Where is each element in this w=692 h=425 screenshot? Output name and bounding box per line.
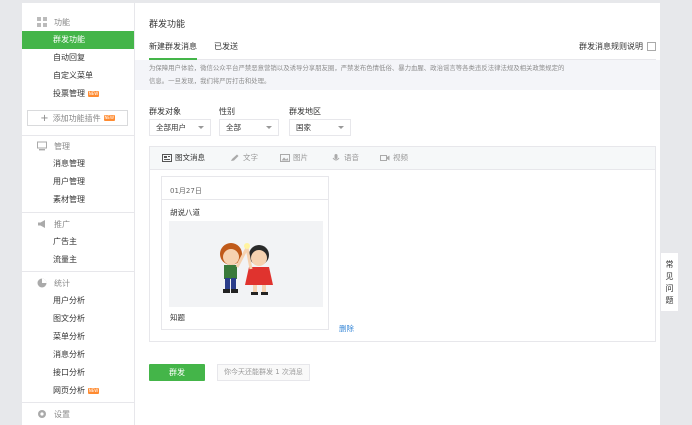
- article-icon: [162, 153, 172, 162]
- faq-button[interactable]: 常 见 问 题: [660, 252, 679, 312]
- sidebar-item-api-analysis[interactable]: 接口分析: [22, 364, 134, 382]
- section-header-manage: 管理: [22, 137, 134, 155]
- chevron-down-icon: [266, 126, 272, 129]
- article-cover-image: [169, 221, 323, 307]
- sidebar-section-features: 功能 群发功能 自动回复 自定义菜单 投票管理 NEW: [22, 13, 134, 103]
- chevron-down-icon: [338, 126, 344, 129]
- megaphone-icon: [37, 219, 47, 229]
- divider: [162, 199, 328, 200]
- section-header-features: 功能: [22, 13, 134, 31]
- gear-icon: [37, 409, 47, 419]
- page-frame: 功能 群发功能 自动回复 自定义菜单 投票管理 NEW + 添加功能插件 NEW …: [22, 3, 660, 425]
- pen-icon: [230, 154, 240, 162]
- sidebar-section-manage: 管理 消息管理 用户管理 素材管理: [22, 137, 134, 209]
- sidebar: 功能 群发功能 自动回复 自定义菜单 投票管理 NEW + 添加功能插件 NEW …: [22, 3, 135, 425]
- main-content: 群发功能 新建群发消息 已发送 群发消息规则说明 为保障用户体验，微信公众平台严…: [135, 3, 660, 425]
- article-footer: 知题: [170, 313, 185, 322]
- sidebar-item-article-analysis[interactable]: 图文分析: [22, 310, 134, 328]
- sidebar-item-user-analysis[interactable]: 用户分析: [22, 292, 134, 310]
- editor-tab-article[interactable]: 图文消息: [162, 152, 205, 163]
- region-label: 群发地区: [289, 107, 321, 116]
- new-badge: NEW: [88, 90, 99, 97]
- sidebar-item-web-analysis[interactable]: 网页分析 NEW: [22, 382, 134, 400]
- target-select[interactable]: 全部用户: [149, 119, 211, 136]
- tab-new-mass-message[interactable]: 新建群发消息: [149, 41, 197, 60]
- chevron-down-icon: [198, 126, 204, 129]
- editor-tab-video[interactable]: 视频: [380, 152, 408, 163]
- editor-tab-text[interactable]: 文字: [230, 152, 258, 163]
- sidebar-item-publisher[interactable]: 流量主: [22, 251, 134, 269]
- sidebar-item-mass-send[interactable]: 群发功能: [22, 31, 134, 49]
- sidebar-item-auto-reply[interactable]: 自动回复: [22, 49, 134, 67]
- plus-icon: +: [40, 112, 49, 124]
- sidebar-item-material-management[interactable]: 素材管理: [22, 191, 134, 209]
- send-quota-notice: 你今天还能群发 1 次消息: [217, 364, 310, 381]
- send-button[interactable]: 群发: [149, 364, 205, 381]
- region-select[interactable]: 国家: [289, 119, 351, 136]
- delete-link[interactable]: 删除: [339, 323, 354, 334]
- sidebar-item-message-management[interactable]: 消息管理: [22, 155, 134, 173]
- sidebar-section-settings[interactable]: 设置: [22, 405, 134, 423]
- cartoon-kids-illustration: [220, 243, 273, 295]
- add-plugin-button[interactable]: + 添加功能插件 NEW: [27, 110, 128, 126]
- notice-line: 为保障用户体验，微信公众平台严禁恶意营销以及诱导分享朋友圈，严禁发布色情低俗、暴…: [149, 64, 565, 72]
- divider: [22, 135, 134, 136]
- sidebar-item-vote-management[interactable]: 投票管理 NEW: [22, 85, 134, 103]
- article-card[interactable]: 01月27日 胡说八道 知题: [161, 176, 329, 330]
- notice-line: 信息。一旦发现，我们将严厉打击和处理。: [149, 77, 271, 85]
- sidebar-item-menu-analysis[interactable]: 菜单分析: [22, 328, 134, 346]
- section-header-promote: 推广: [22, 215, 134, 233]
- tab-sent[interactable]: 已发送: [214, 41, 238, 52]
- sidebar-section-promote: 推广 广告主 流量主: [22, 215, 134, 269]
- section-header-stats: 统计: [22, 274, 134, 292]
- new-badge: NEW: [88, 387, 99, 394]
- section-header-settings[interactable]: 设置: [22, 405, 134, 423]
- sidebar-item-advertiser[interactable]: 广告主: [22, 233, 134, 251]
- section-title: 功能: [54, 17, 70, 27]
- tab-bar: 新建群发消息 已发送 群发消息规则说明: [149, 37, 656, 60]
- sidebar-section-stats: 统计 用户分析 图文分析 菜单分析 消息分析 接口分析 网页分析 NEW: [22, 274, 134, 400]
- grid-icon: [37, 17, 47, 27]
- divider: [22, 212, 134, 213]
- image-icon: [280, 153, 290, 162]
- policy-notice: 为保障用户体验，微信公众平台严禁恶意营销以及诱导分享朋友圈，严禁发布色情低俗、暴…: [135, 60, 660, 90]
- sidebar-item-user-management[interactable]: 用户管理: [22, 173, 134, 191]
- new-badge: NEW: [103, 115, 115, 121]
- rules-link[interactable]: 群发消息规则说明: [579, 41, 656, 52]
- article-date: 01月27日: [170, 187, 202, 195]
- gender-label: 性别: [219, 107, 235, 116]
- editor-tab-bar: 图文消息 文字 图片 语音 视频: [150, 147, 655, 170]
- video-icon: [380, 154, 390, 162]
- divider: [22, 402, 134, 403]
- sidebar-item-custom-menu[interactable]: 自定义菜单: [22, 67, 134, 85]
- rules-doc-icon: [647, 42, 656, 51]
- target-label: 群发对象: [149, 107, 181, 116]
- editor-tab-voice[interactable]: 语音: [331, 152, 359, 163]
- gender-select[interactable]: 全部: [219, 119, 279, 136]
- page-title: 群发功能: [149, 20, 186, 30]
- article-title: 胡说八道: [170, 208, 200, 217]
- pie-chart-icon: [37, 278, 47, 288]
- microphone-icon: [331, 153, 341, 162]
- editor-tab-image[interactable]: 图片: [280, 152, 308, 163]
- divider: [22, 271, 134, 272]
- monitor-icon: [37, 141, 47, 151]
- sidebar-item-message-analysis[interactable]: 消息分析: [22, 346, 134, 364]
